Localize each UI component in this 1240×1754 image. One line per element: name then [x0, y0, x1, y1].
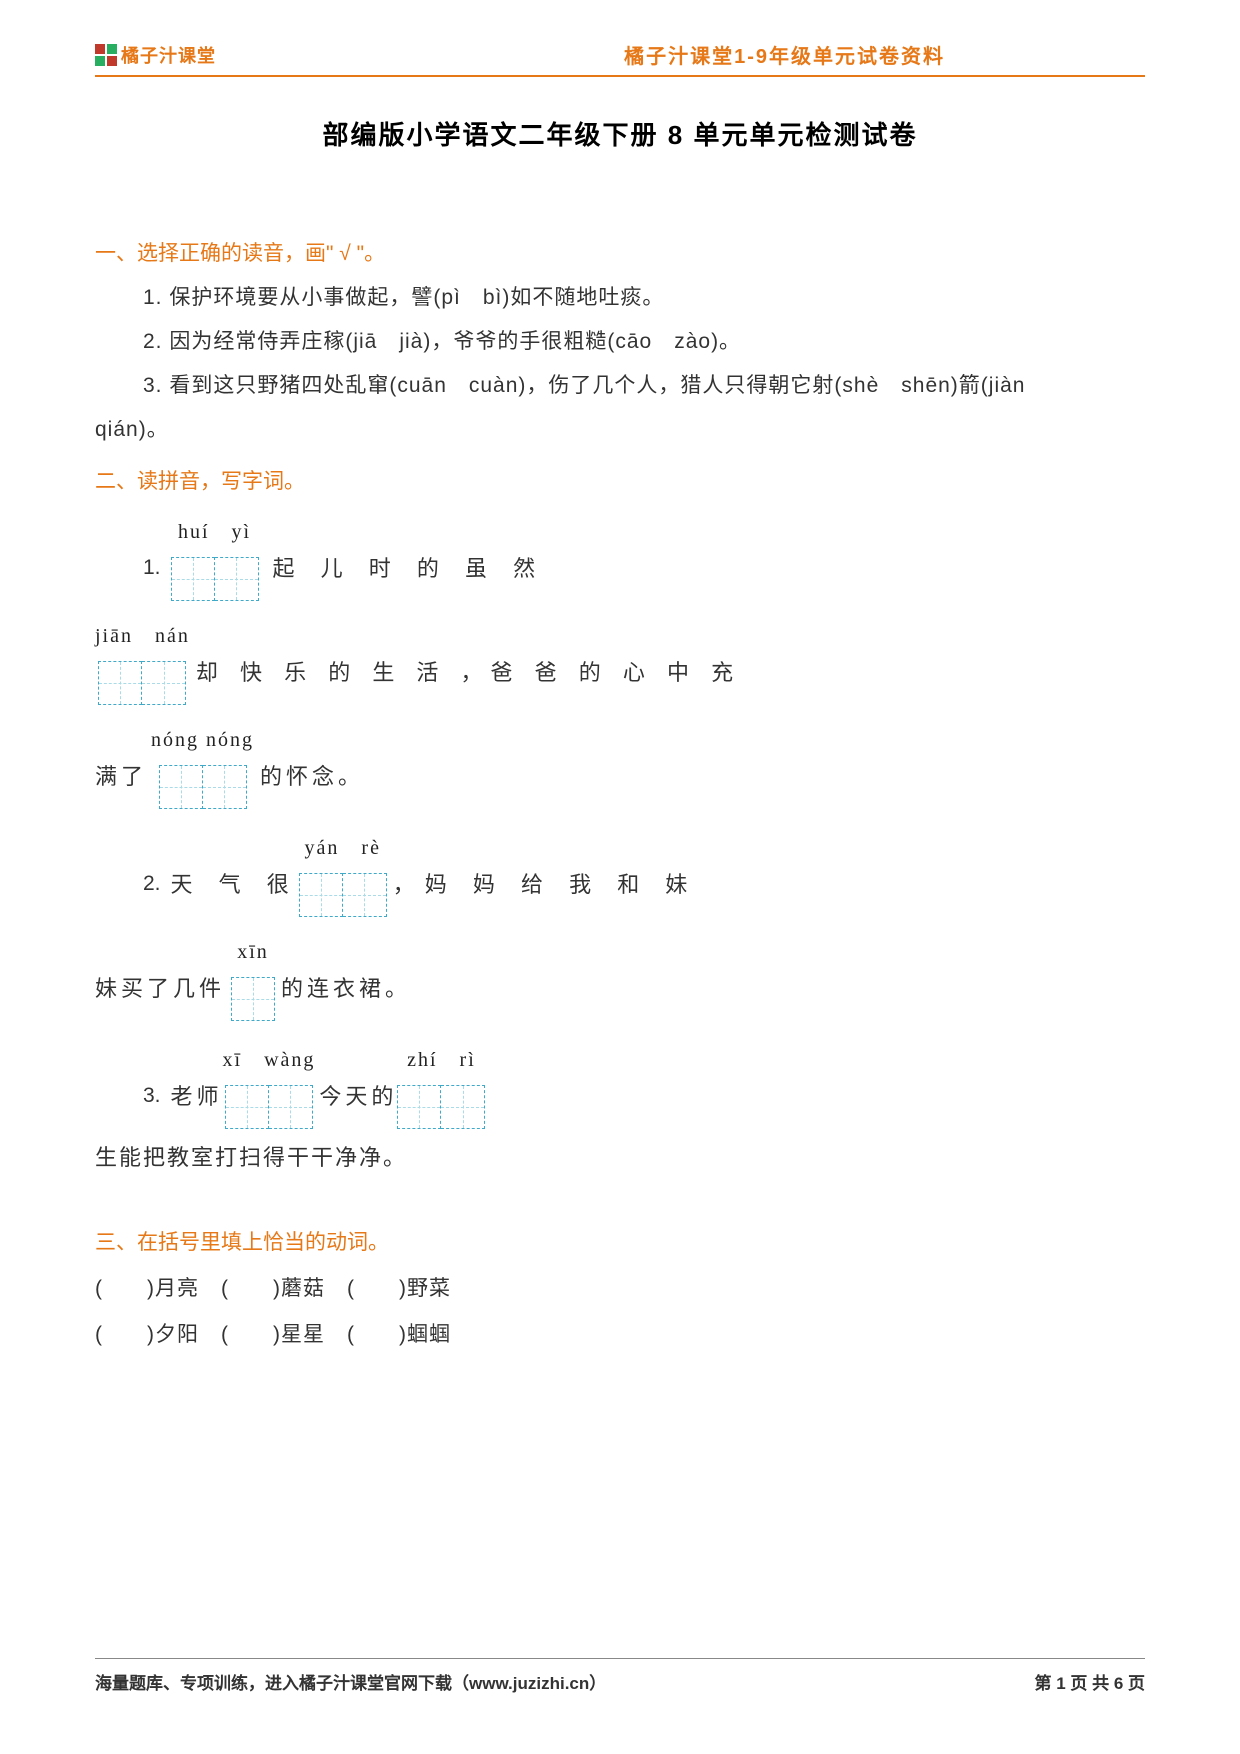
- q-num: 3.: [143, 1074, 171, 1128]
- q1-3b: qián)。: [95, 408, 1145, 452]
- fill-row-1: ( )月亮 ( )蘑菇 ( )野菜: [95, 1267, 1145, 1311]
- pinyin-box: xī wàng: [223, 1039, 316, 1129]
- char-box[interactable]: [397, 1085, 441, 1129]
- footer-right: 第 1 页 共 6 页: [1034, 1669, 1145, 1694]
- pinyin-box: yán rè: [299, 827, 387, 917]
- section-1-heading: 一、选择正确的读音，画" √ "。: [95, 232, 1145, 276]
- logo-text: 橘子汁课堂: [121, 42, 216, 68]
- q2-3: 3. 老师 xī wàng 今天的 zhí rì 生能把教室打扫得干干净净。: [143, 1039, 1145, 1181]
- page-header: 橘子汁课堂 橘子汁课堂1-9年级单元试卷资料: [95, 40, 1145, 77]
- document-title: 部编版小学语文二年级下册 8 单元单元检测试卷: [95, 115, 1145, 152]
- char-box[interactable]: [203, 765, 247, 809]
- logo: 橘子汁课堂: [95, 42, 216, 68]
- char-box[interactable]: [343, 873, 387, 917]
- text: 老师: [171, 1074, 223, 1128]
- char-box[interactable]: [98, 661, 142, 705]
- pinyin: jiān nán: [95, 615, 190, 657]
- q-num: 1.: [143, 546, 171, 600]
- q2-1: 1. huí yì 起 儿 时 的 虽 然 jiān nán 却 快 乐 的 生…: [143, 511, 1145, 809]
- q2-2: 2. 天 气 很 yán rè ，妈 妈 给 我 和 妹 妹买了几件 xīn 的…: [143, 827, 1145, 1021]
- char-box[interactable]: [441, 1085, 485, 1129]
- pinyin-box: nóng nóng: [151, 719, 254, 809]
- pinyin: zhí rì: [407, 1039, 476, 1081]
- text: 的怀念。: [254, 754, 364, 808]
- char-box[interactable]: [231, 977, 275, 1021]
- q1-1: 1. 保护环境要从小事做起，譬(pì bì)如不随地吐痰。: [143, 276, 1145, 320]
- pinyin-box: jiān nán: [95, 615, 190, 705]
- pinyin: xī wàng: [223, 1039, 316, 1081]
- page-footer: 海量题库、专项训练，进入橘子汁课堂官网下载（www.juzizhi.cn） 第 …: [95, 1658, 1145, 1694]
- header-subtitle: 橘子汁课堂1-9年级单元试卷资料: [624, 40, 945, 69]
- char-box[interactable]: [269, 1085, 313, 1129]
- footer-left: 海量题库、专项训练，进入橘子汁课堂官网下载（www.juzizhi.cn）: [95, 1669, 606, 1694]
- section-3-heading: 三、在括号里填上恰当的动词。: [95, 1221, 1145, 1265]
- text: 天 气 很: [171, 862, 299, 916]
- text: 起 儿 时 的 虽 然: [259, 546, 546, 600]
- char-box[interactable]: [171, 557, 215, 601]
- q-num: 2.: [143, 862, 171, 916]
- text: ，妈 妈 给 我 和 妹: [387, 862, 698, 916]
- pinyin-box: xīn: [231, 931, 275, 1021]
- char-box[interactable]: [299, 873, 343, 917]
- fill-row-2: ( )夕阳 ( )星星 ( )蝈蝈: [95, 1313, 1145, 1357]
- text: 的连衣裙。: [275, 966, 411, 1020]
- pinyin: yán rè: [305, 827, 381, 869]
- pinyin: xīn: [237, 931, 269, 973]
- text: 今天的: [315, 1074, 397, 1128]
- pinyin-box: huí yì: [171, 511, 259, 601]
- char-box[interactable]: [225, 1085, 269, 1129]
- char-box[interactable]: [215, 557, 259, 601]
- q1-3a: 3. 看到这只野猪四处乱窜(cuān cuàn)，伤了几个人，猎人只得朝它射(s…: [143, 364, 1145, 408]
- text: 却 快 乐 的 生 活 ，爸 爸 的 心 中 充: [190, 650, 741, 704]
- q1-2: 2. 因为经常侍弄庄稼(jiā jià)，爷爷的手很粗糙(cāo zào)。: [143, 320, 1145, 364]
- char-box[interactable]: [159, 765, 203, 809]
- text: 满了: [95, 754, 151, 808]
- char-box[interactable]: [142, 661, 186, 705]
- pinyin: huí yì: [178, 511, 251, 553]
- pinyin-box: zhí rì: [397, 1039, 485, 1129]
- content: 一、选择正确的读音，画" √ "。 1. 保护环境要从小事做起，譬(pì bì)…: [95, 232, 1145, 1357]
- text: 妹买了几件: [95, 966, 231, 1020]
- section-3: 三、在括号里填上恰当的动词。 ( )月亮 ( )蘑菇 ( )野菜 ( )夕阳 (…: [95, 1221, 1145, 1357]
- section-2-heading: 二、读拼音，写字词。: [95, 460, 1145, 504]
- text: 生能把教室打扫得干干净净。: [95, 1135, 1145, 1181]
- pinyin: nóng nóng: [151, 719, 254, 761]
- logo-icon: [95, 44, 117, 66]
